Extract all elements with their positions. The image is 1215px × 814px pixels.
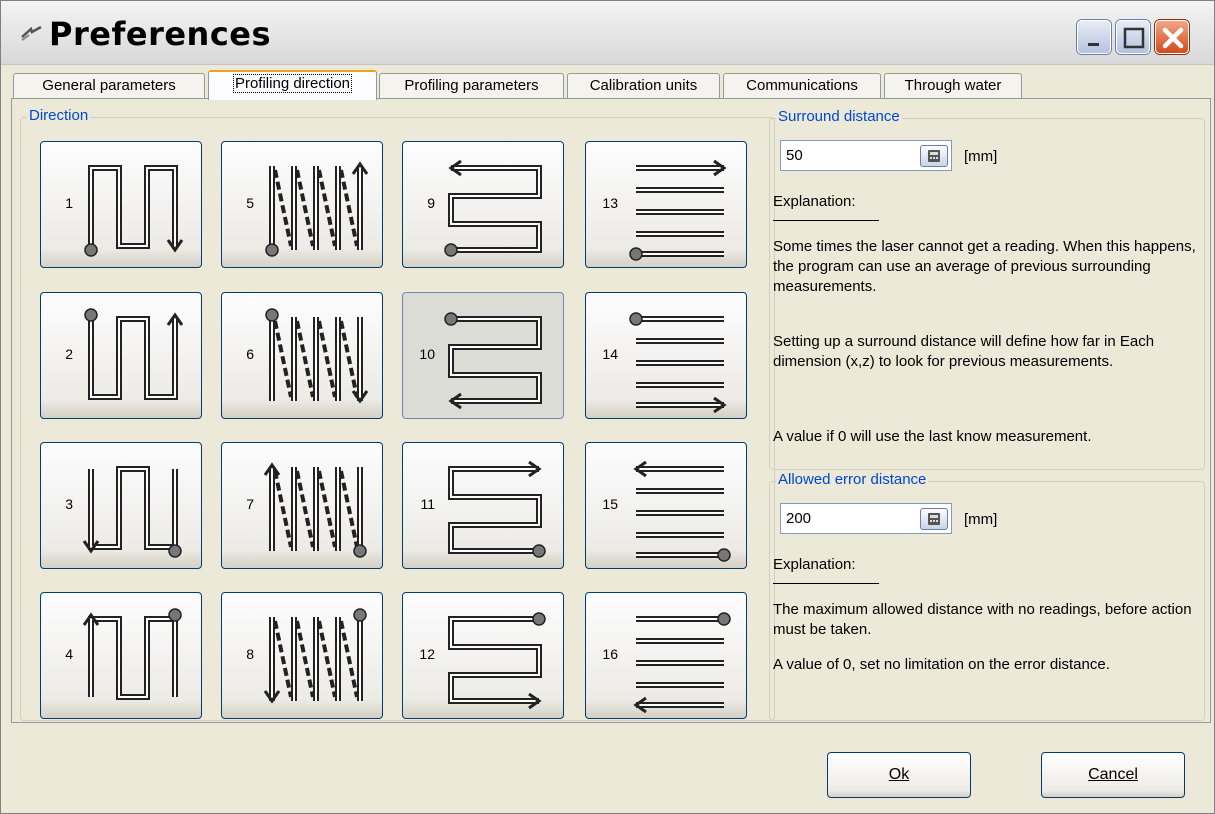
error-explanation-2: A value of 0, set no limitation on the e… (773, 656, 1110, 673)
direction-button-4[interactable]: 4 (40, 592, 202, 719)
allowed-error-distance-label: Allowed error distance (776, 471, 929, 488)
scan-pattern-icon (633, 612, 731, 713)
direction-button-9[interactable]: 9 (402, 141, 564, 268)
scan-pattern-icon (265, 161, 369, 257)
tab-calibration-units[interactable]: Calibration units (567, 73, 720, 99)
direction-group-label: Direction (27, 107, 91, 124)
scan-pattern-icon (448, 460, 546, 558)
surround-distance-group: Surround distance 50 [mm] Explanation: S… (769, 108, 1205, 470)
maximize-icon (1123, 27, 1145, 49)
tab-label: General parameters (42, 77, 176, 94)
surround-explanation-2: Setting up a surround distance will defi… (773, 333, 1155, 370)
allowed-error-input[interactable]: 200 (780, 503, 952, 534)
close-icon (1162, 27, 1184, 49)
minimize-button[interactable] (1077, 20, 1111, 54)
surround-explanation-3: A value if 0 will use the last know meas… (773, 428, 1092, 445)
tab-label: Communications (746, 77, 858, 94)
scan-pattern-icon (84, 165, 184, 257)
tab-profiling-parameters[interactable]: Profiling parameters (379, 73, 564, 99)
scan-pattern-icon (444, 159, 542, 257)
allowed-error-distance-group: Allowed error distance 200 [mm] Explanat… (769, 471, 1205, 721)
error-calculator-button[interactable] (920, 508, 948, 530)
scan-pattern-icon (629, 159, 727, 261)
direction-button-7[interactable]: 7 (221, 442, 383, 569)
tab-label: Profiling direction (232, 74, 353, 93)
direction-button-8[interactable]: 8 (221, 592, 383, 719)
direction-button-13[interactable]: 13 (585, 141, 747, 268)
error-explanation-1: The maximum allowed distance with no rea… (773, 601, 1192, 638)
surround-explanation-label: Explanation: (773, 193, 856, 210)
direction-button-6[interactable]: 6 (221, 292, 383, 419)
tab-communications[interactable]: Communications (723, 73, 881, 99)
scan-pattern-icon (84, 308, 184, 400)
scan-pattern-icon (263, 608, 367, 704)
surround-distance-value: 50 (786, 147, 803, 164)
direction-button-10[interactable]: 10 (402, 292, 564, 419)
minimize-icon (1088, 43, 1099, 46)
divider (773, 220, 879, 221)
direction-button-3[interactable]: 3 (40, 442, 202, 569)
direction-button-1[interactable]: 1 (40, 141, 202, 268)
scan-pattern-icon (82, 466, 182, 558)
direction-button-15[interactable]: 15 (585, 442, 747, 569)
cancel-button[interactable]: Cancel (1041, 752, 1185, 798)
scan-pattern-icon (444, 312, 542, 410)
scan-pattern-icon (448, 612, 546, 710)
direction-button-16[interactable]: 16 (585, 592, 747, 719)
scan-pattern-icon (263, 462, 367, 558)
calculator-icon (928, 150, 940, 162)
scan-pattern-icon (629, 312, 727, 413)
app-icon (21, 25, 42, 41)
ok-label: Ok (888, 766, 910, 783)
profiling-direction-page: Direction 1 2 3 4 5 6 7 8 9 10 11 12 13 14 15 16 Surrou… (11, 98, 1211, 723)
divider (773, 583, 879, 584)
allowed-error-value: 200 (786, 510, 812, 527)
direction-button-5[interactable]: 5 (221, 141, 383, 268)
scan-pattern-icon (633, 460, 731, 562)
direction-button-12[interactable]: 12 (402, 592, 564, 719)
surround-distance-label: Surround distance (776, 108, 902, 125)
window-title: Preferences (49, 15, 272, 53)
direction-group: Direction 1 2 3 4 5 6 7 8 9 10 11 12 13 14 15 16 (20, 107, 775, 721)
direction-button-2[interactable]: 2 (40, 292, 202, 419)
tab-label: Calibration units (589, 77, 698, 94)
maximize-button[interactable] (1116, 20, 1150, 54)
tab-label: Through water (904, 77, 1002, 94)
close-button[interactable] (1155, 20, 1189, 54)
scan-pattern-icon (82, 608, 182, 700)
tab-through-water[interactable]: Through water (884, 73, 1022, 99)
error-explanation-label: Explanation: (773, 556, 856, 573)
direction-button-14[interactable]: 14 (585, 292, 747, 419)
ok-button[interactable]: Ok (827, 752, 971, 798)
tab-general-parameters[interactable]: General parameters (13, 73, 205, 99)
direction-button-11[interactable]: 11 (402, 442, 564, 569)
surround-calculator-button[interactable] (920, 145, 948, 167)
tab-profiling-direction[interactable]: Profiling direction (208, 70, 377, 100)
title-bar[interactable]: Preferences (1, 1, 1214, 65)
tab-label: Profiling parameters (404, 77, 539, 94)
surround-unit: [mm] (964, 148, 998, 165)
error-unit: [mm] (964, 511, 998, 528)
surround-explanation-1: Some times the laser cannot get a readin… (773, 238, 1196, 295)
preferences-window: Preferences General parameters Profiling… (0, 0, 1215, 814)
scan-pattern-icon (265, 308, 369, 404)
calculator-icon (928, 513, 940, 525)
surround-distance-input[interactable]: 50 (780, 140, 952, 171)
cancel-label: Cancel (1088, 766, 1138, 783)
